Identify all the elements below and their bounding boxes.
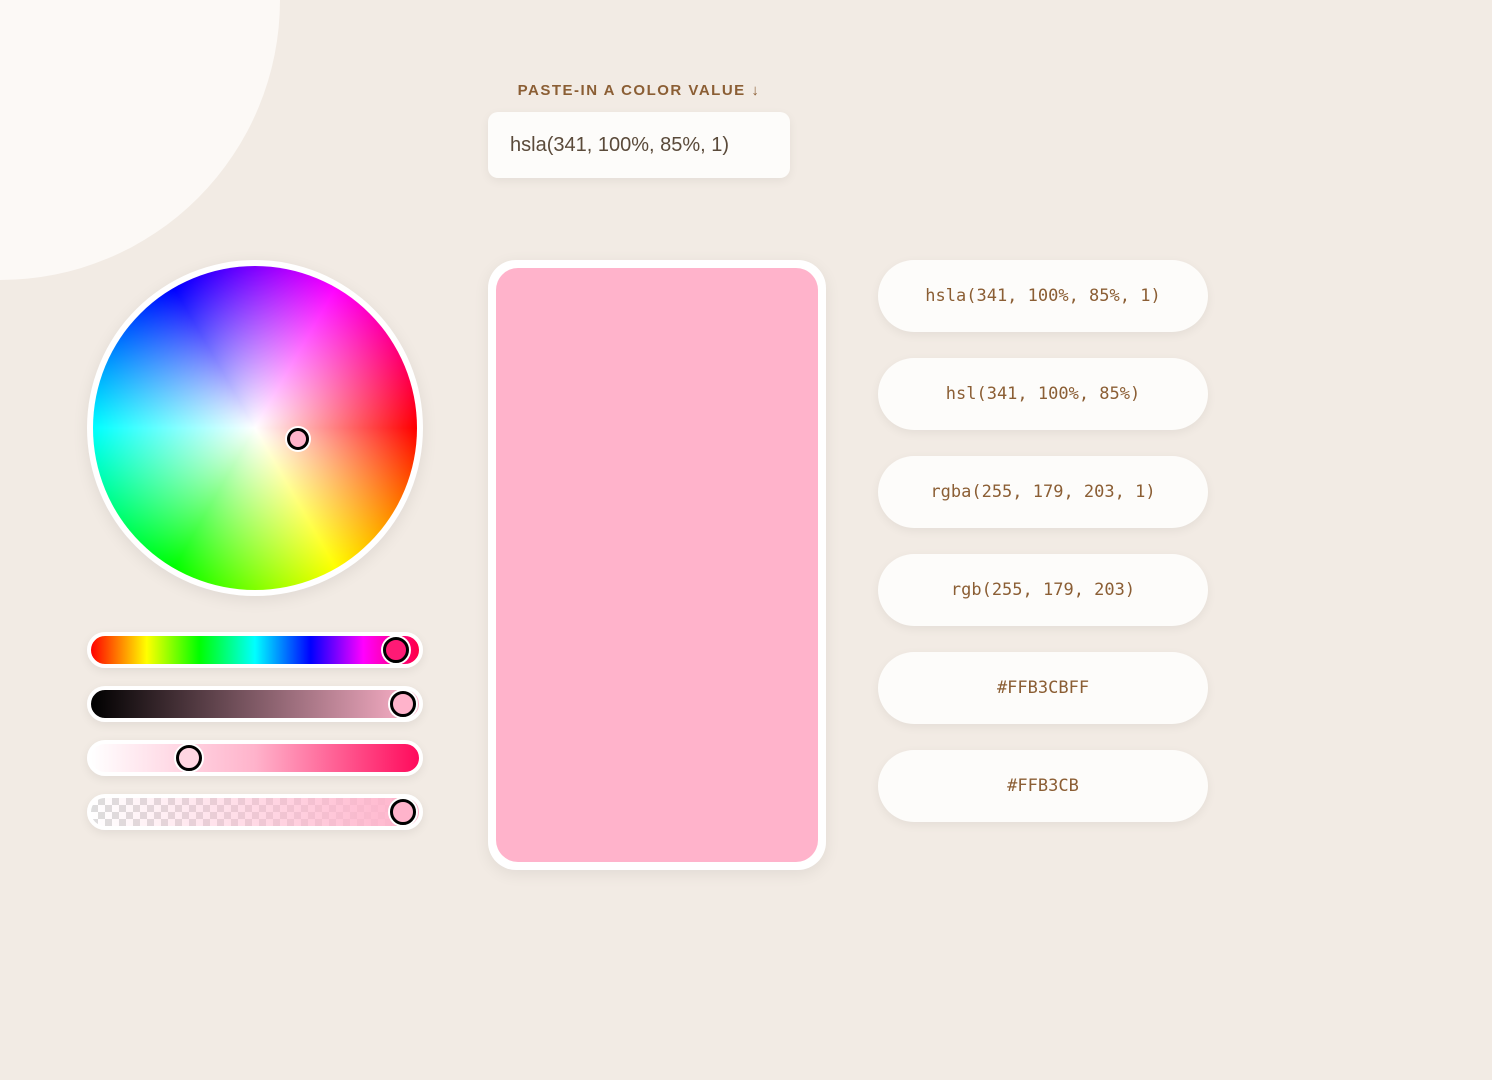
background-blob: [0, 0, 280, 280]
color-swatch-frame: [488, 260, 826, 870]
alpha-slider[interactable]: [87, 794, 423, 830]
hue-slider[interactable]: [87, 632, 423, 668]
picker-column: [87, 260, 423, 830]
color-input-label: PASTE-IN A COLOR VALUE ↓: [488, 82, 790, 99]
format-hex8[interactable]: #FFB3CBFF: [878, 652, 1208, 724]
format-rgb[interactable]: rgb(255, 179, 203): [878, 554, 1208, 626]
format-hex6[interactable]: #FFB3CB: [878, 750, 1208, 822]
alpha-slider-knob[interactable]: [390, 799, 416, 825]
color-swatch: [496, 268, 818, 862]
color-wheel-cursor[interactable]: [287, 428, 309, 450]
format-hsl[interactable]: hsl(341, 100%, 85%): [878, 358, 1208, 430]
lightness-slider-knob[interactable]: [390, 691, 416, 717]
color-input[interactable]: [488, 112, 790, 178]
formats-column: hsla(341, 100%, 85%, 1) hsl(341, 100%, 8…: [878, 260, 1208, 822]
lightness-slider[interactable]: [87, 686, 423, 722]
saturation-slider[interactable]: [87, 740, 423, 776]
saturation-slider-knob[interactable]: [176, 745, 202, 771]
color-wheel[interactable]: [87, 260, 423, 596]
hue-slider-knob[interactable]: [383, 637, 409, 663]
format-rgba[interactable]: rgba(255, 179, 203, 1): [878, 456, 1208, 528]
format-hsla[interactable]: hsla(341, 100%, 85%, 1): [878, 260, 1208, 332]
